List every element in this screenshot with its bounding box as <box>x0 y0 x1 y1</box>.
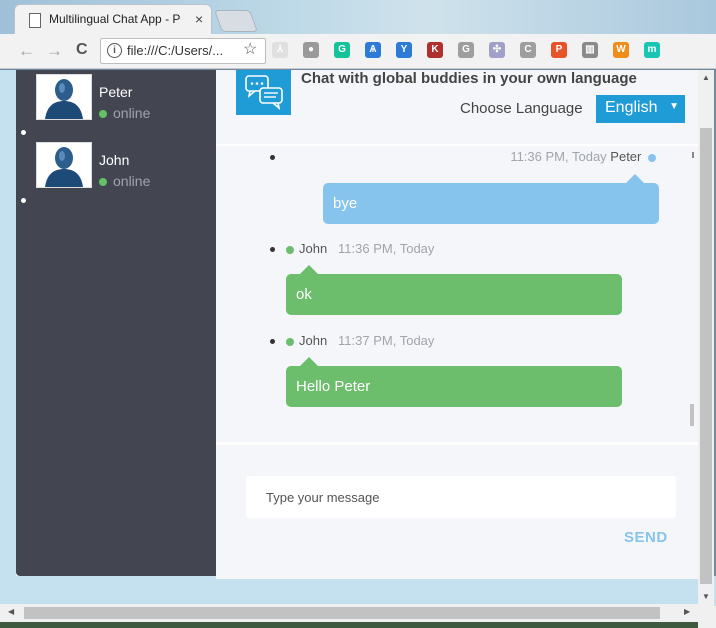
language-selected-value: English <box>605 99 658 116</box>
dropdown-arrow-icon: ▼ <box>669 101 679 112</box>
message-composer: SEND <box>216 442 698 579</box>
scroll-right-arrow-icon[interactable]: ▶ <box>684 607 690 616</box>
language-label: Choose Language <box>460 100 583 117</box>
page-vertical-scrollbar[interactable]: ▲ ▼ <box>698 70 714 606</box>
user-name: John <box>99 152 130 168</box>
avatar <box>36 142 92 188</box>
message-bubble: ok <box>286 274 622 315</box>
user-status: online <box>99 173 150 189</box>
user-status: online <box>99 105 150 121</box>
message-sender: John <box>299 241 328 256</box>
online-dot-icon <box>99 110 107 119</box>
scroll-thumb[interactable] <box>700 128 712 584</box>
user-sidebar: Peter online John online <box>16 70 216 576</box>
p-icon[interactable]: P <box>551 42 567 58</box>
site-info-icon[interactable]: i <box>107 43 122 58</box>
user-item-john[interactable]: John online <box>36 142 206 190</box>
message-input[interactable] <box>246 476 676 518</box>
bubble-pointer <box>300 265 318 274</box>
page-horizontal-scrollbar[interactable]: ◀ ▶ <box>0 604 698 622</box>
user-avatar-icon <box>37 75 91 119</box>
inner-scroll-thumb[interactable] <box>690 404 694 426</box>
avatar <box>36 74 92 120</box>
page-title: Chat with global buddies in your own lan… <box>301 70 637 87</box>
online-dot-icon <box>99 178 107 187</box>
m-icon[interactable]: m <box>644 42 660 58</box>
inner-scroll-up-icon[interactable] <box>692 152 694 158</box>
chat-logo <box>236 70 291 115</box>
message-bubble: Hello Peter <box>286 366 622 407</box>
message-sender: John <box>299 333 328 348</box>
address-bar[interactable]: i file:///C:/Users/... <box>100 38 266 64</box>
address-url: file:///C:/Users/... <box>127 43 224 58</box>
message-meta: John 11:37 PM, Today <box>286 333 434 348</box>
user-item-peter[interactable]: Peter online <box>36 74 206 122</box>
user-name: Peter <box>99 84 133 100</box>
browser-toolbar: ← → C i file:///C:/Users/... ☆ ⅄ ● G Ѧ Y K G ✣ C… <box>0 34 716 69</box>
message-list: 11:36 PM, Today Peter bye John 11:36 PM,… <box>216 146 698 442</box>
tab-close-icon[interactable]: × <box>195 11 203 27</box>
scroll-left-arrow-icon[interactable]: ◀ <box>8 607 14 616</box>
pdf-icon[interactable]: ⅄ <box>272 42 288 58</box>
list-bullet <box>270 247 275 252</box>
list-bullet <box>270 155 275 160</box>
message-meta: 11:36 PM, Today Peter <box>510 149 656 164</box>
reload-icon[interactable]: C <box>76 41 88 59</box>
circle-icon[interactable]: ● <box>303 42 319 58</box>
desktop-strip <box>0 622 698 628</box>
browser-tab-active[interactable]: Multilingual Chat App - P × <box>14 4 212 35</box>
yoast-icon[interactable]: Y <box>396 42 412 58</box>
list-bullet <box>270 339 275 344</box>
k-icon[interactable]: K <box>427 42 443 58</box>
user-avatar-icon <box>37 143 91 187</box>
online-dot-icon <box>286 337 294 346</box>
list-bullet <box>21 130 26 135</box>
chat-bubbles-icon <box>245 75 283 111</box>
sender-dot-icon <box>648 153 656 162</box>
bubble-pointer <box>300 357 318 366</box>
page-margin-left <box>0 70 16 576</box>
document-icon <box>29 13 41 28</box>
grammarly-icon[interactable]: G <box>334 42 350 58</box>
scrollbar-corner <box>698 606 716 628</box>
page-margin-bottom <box>0 576 716 606</box>
tab-title: Multilingual Chat App - P <box>49 12 181 26</box>
bookmark-star-icon[interactable]: ☆ <box>243 39 257 59</box>
react-icon[interactable]: ✣ <box>489 42 505 58</box>
scroll-up-arrow-icon[interactable]: ▲ <box>702 73 710 82</box>
chat-header: Chat with global buddies in your own lan… <box>216 70 698 147</box>
language-select[interactable]: English ▼ <box>596 95 685 123</box>
w-icon[interactable]: W <box>613 42 629 58</box>
message-meta: John 11:36 PM, Today <box>286 241 434 256</box>
online-dot-icon <box>286 245 294 254</box>
new-tab-button[interactable] <box>213 10 259 32</box>
message-sender: Peter <box>610 149 642 164</box>
bubble-pointer <box>626 174 644 183</box>
message-text: bye <box>333 195 358 212</box>
back-arrow-icon[interactable]: ← <box>18 41 35 61</box>
g-icon[interactable]: G <box>458 42 474 58</box>
message-text: Hello Peter <box>296 378 371 395</box>
message-bubble: bye <box>323 183 659 224</box>
scroll-thumb[interactable] <box>24 607 660 619</box>
message-text: ok <box>296 286 312 303</box>
flame-icon[interactable]: Ѧ <box>365 42 381 58</box>
columns-icon[interactable]: ▥ <box>582 42 598 58</box>
forward-arrow-icon[interactable]: → <box>46 41 63 61</box>
send-button[interactable]: SEND <box>624 529 668 546</box>
list-bullet <box>21 198 26 203</box>
scroll-down-arrow-icon[interactable]: ▼ <box>702 592 710 601</box>
c-icon[interactable]: C <box>520 42 536 58</box>
